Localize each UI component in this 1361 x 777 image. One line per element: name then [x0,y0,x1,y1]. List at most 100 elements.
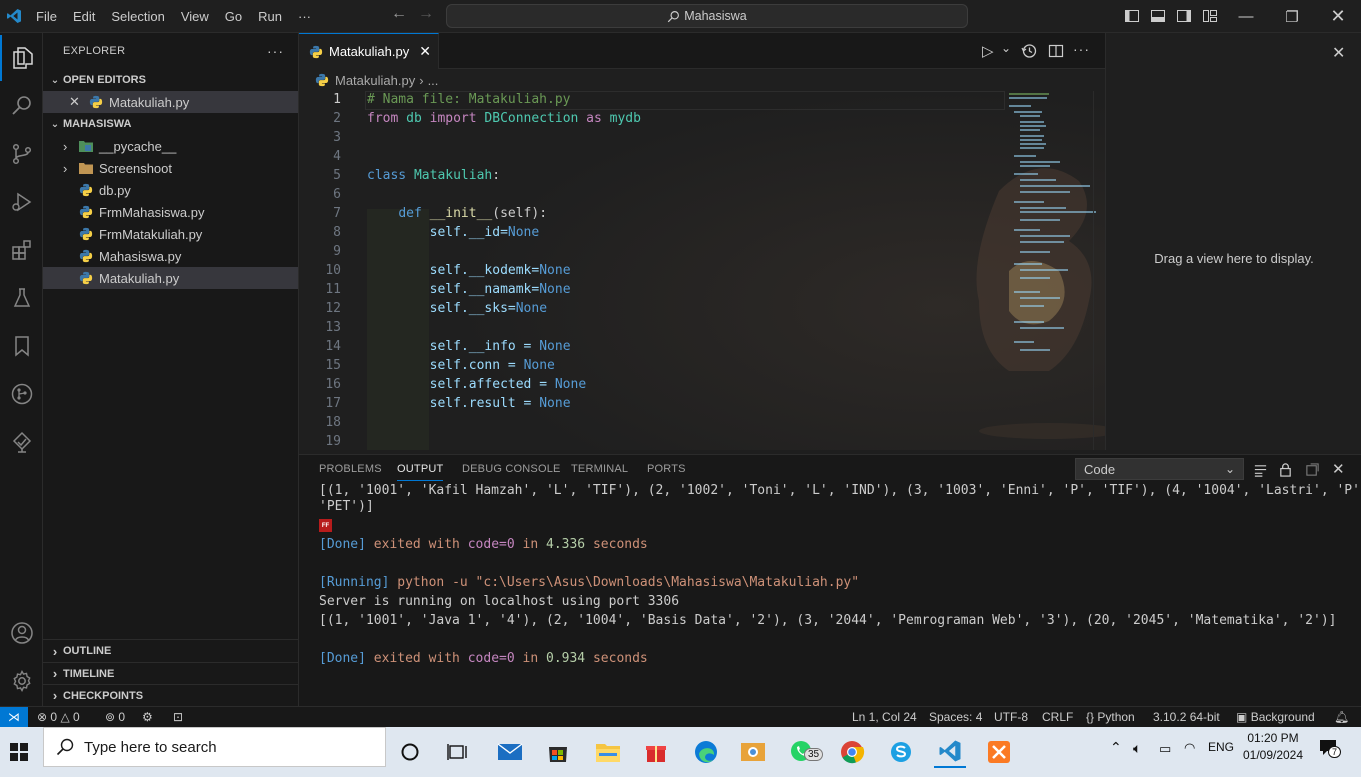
menu-view[interactable]: View [173,0,217,33]
breadcrumb-symbols[interactable]: ... [428,73,439,88]
menu-more[interactable]: ··· [290,0,319,33]
tab-debug-console[interactable]: DEBUG CONSOLE [462,463,561,475]
ports-status[interactable]: ⊚ 0 [105,710,125,724]
language-mode[interactable]: {} Python [1086,710,1135,724]
end-of-line[interactable]: CRLF [1042,710,1073,724]
close-panel-icon[interactable]: ✕ [1332,460,1345,478]
chrome-browser-icon[interactable] [836,736,868,768]
gift-app-icon[interactable] [640,736,672,768]
whatsapp-icon[interactable]: 35 [786,736,824,768]
encoding[interactable]: UTF-8 [994,710,1028,724]
bookmark-icon[interactable] [0,323,43,369]
toggle-secondary-sidebar-icon[interactable] [1176,8,1192,24]
xampp-icon[interactable] [983,736,1015,768]
background-status[interactable]: ▣ Background [1236,710,1315,724]
command-center-search[interactable]: Mahasiswa [446,4,968,28]
close-window-icon[interactable]: ✕ [1315,0,1361,33]
run-python-file-icon[interactable]: ▷ [982,42,994,60]
editor-scrollbar[interactable] [1093,91,1105,450]
tab-ports[interactable]: PORTS [647,463,686,475]
back-arrow-icon[interactable]: ← [386,5,412,23]
code-editor[interactable]: 1 2 3 4 5 6 7 8 9 10 11 12 13 14 15 16 1… [299,91,1105,450]
show-hidden-icons-chevron[interactable]: ⌃ [1110,739,1122,756]
menu-run[interactable]: Run [250,0,290,33]
tree-item-frmmahasiswa[interactable]: FrmMahasiswa.py [43,201,298,223]
notification-center-icon[interactable]: 7 [1318,737,1344,763]
cursor-position[interactable]: Ln 1, Col 24 [852,710,917,724]
tree-item-screenshoot[interactable]: › Screenshoot [43,157,298,179]
timeline-section[interactable]: › TIMELINE [43,662,298,684]
tree-item-db[interactable]: db.py [43,179,298,201]
checkpoints-section[interactable]: › CHECKPOINTS [43,684,298,706]
menu-edit[interactable]: Edit [65,0,103,33]
run-debug-icon[interactable] [0,179,43,225]
debug-status-icon[interactable]: ⚙ [142,710,153,724]
explorer-icon[interactable] [0,35,43,81]
forward-arrow-icon[interactable]: → [413,5,439,23]
input-language[interactable]: ENG [1208,740,1234,754]
close-editor-icon[interactable]: ✕ [69,94,83,110]
source-control-icon[interactable] [0,131,43,177]
edge-browser-icon[interactable] [690,736,722,768]
tab-matakuliah[interactable]: Matakuliah.py ✕ [299,33,439,69]
lock-scroll-icon[interactable] [1278,462,1293,477]
tab-terminal[interactable]: TERMINAL [571,463,628,475]
open-output-editor-icon[interactable] [1305,462,1320,477]
extensions-icon[interactable] [0,227,43,273]
minimap[interactable] [1006,91,1096,361]
timeline-history-icon[interactable] [1021,43,1037,59]
skype-icon[interactable] [885,736,917,768]
notifications-bell-icon[interactable]: 🔔︎ [1334,710,1349,724]
open-editors-section[interactable]: ⌄ OPEN EDITORS [43,69,298,91]
mail-app-icon[interactable] [494,736,526,768]
windows-start-icon[interactable] [3,736,35,768]
indentation[interactable]: Spaces: 4 [929,710,982,724]
cortana-icon[interactable] [394,736,426,768]
customize-layout-icon[interactable] [1202,8,1218,24]
toggle-primary-sidebar-icon[interactable] [1124,8,1140,24]
menu-go[interactable]: Go [217,0,250,33]
speaker-icon[interactable]: 🔈︎ [1133,740,1141,757]
file-explorer-icon[interactable] [592,736,624,768]
output-channel-select[interactable]: Code ⌄ [1075,458,1244,480]
editor-more-actions-icon[interactable]: ··· [1073,41,1090,57]
run-dropdown-chevron-icon[interactable]: ⌄ [1001,41,1011,55]
project-section[interactable]: ⌄ MAHASISWA [43,113,298,135]
tree-item-frmmatakuliah[interactable]: FrmMatakuliah.py [43,223,298,245]
outline-section[interactable]: › OUTLINE [43,640,298,662]
tree-item-pycache[interactable]: › __pycache__ [43,135,298,157]
split-editor-icon[interactable] [1048,43,1064,59]
panel-scrollbar[interactable] [1349,483,1359,703]
git-graph-icon[interactable] [0,371,43,417]
vscode-taskbar-icon[interactable] [934,736,966,768]
close-secondary-sidebar-icon[interactable]: ✕ [1332,43,1345,63]
terminal-status-icon[interactable]: ⊡ [173,710,183,724]
menu-file[interactable]: File [28,0,65,33]
taskbar-search-box[interactable]: Type here to search [43,727,386,767]
microsoft-store-icon[interactable] [542,736,574,768]
restore-icon[interactable]: ❐ [1269,0,1315,33]
minimize-icon[interactable]: — [1223,0,1269,33]
accounts-icon[interactable] [0,610,43,656]
tab-problems[interactable]: PROBLEMS [319,463,382,475]
tree-item-mahasiswa[interactable]: Mahasiswa.py [43,245,298,267]
remote-explorer-icon[interactable] [0,419,43,465]
remote-indicator-icon[interactable]: ⋊ [0,707,28,727]
tree-item-matakuliah[interactable]: Matakuliah.py [43,267,298,289]
settings-gear-icon[interactable] [0,658,43,704]
photo-app-icon[interactable] [737,736,769,768]
wifi-icon[interactable]: ◠ [1184,740,1195,756]
search-activity-icon[interactable] [0,83,43,129]
problems-status[interactable]: ⊗ 0 △ 0 [37,710,80,724]
testing-flask-icon[interactable] [0,275,43,321]
toggle-panel-icon[interactable] [1150,8,1166,24]
toggle-word-wrap-icon[interactable] [1253,463,1268,478]
clock[interactable]: 01:20 PM 01/09/2024 [1240,730,1306,764]
python-interpreter[interactable]: 3.10.2 64-bit [1153,710,1220,724]
task-view-icon[interactable] [442,736,474,768]
explorer-more-actions-icon[interactable]: ··· [267,43,284,59]
menu-selection[interactable]: Selection [103,0,172,33]
open-editor-item[interactable]: ✕ Matakuliah.py [43,91,298,113]
tab-close-icon[interactable]: ✕ [419,43,431,60]
breadcrumb-file[interactable]: Matakuliah.py [335,73,415,88]
